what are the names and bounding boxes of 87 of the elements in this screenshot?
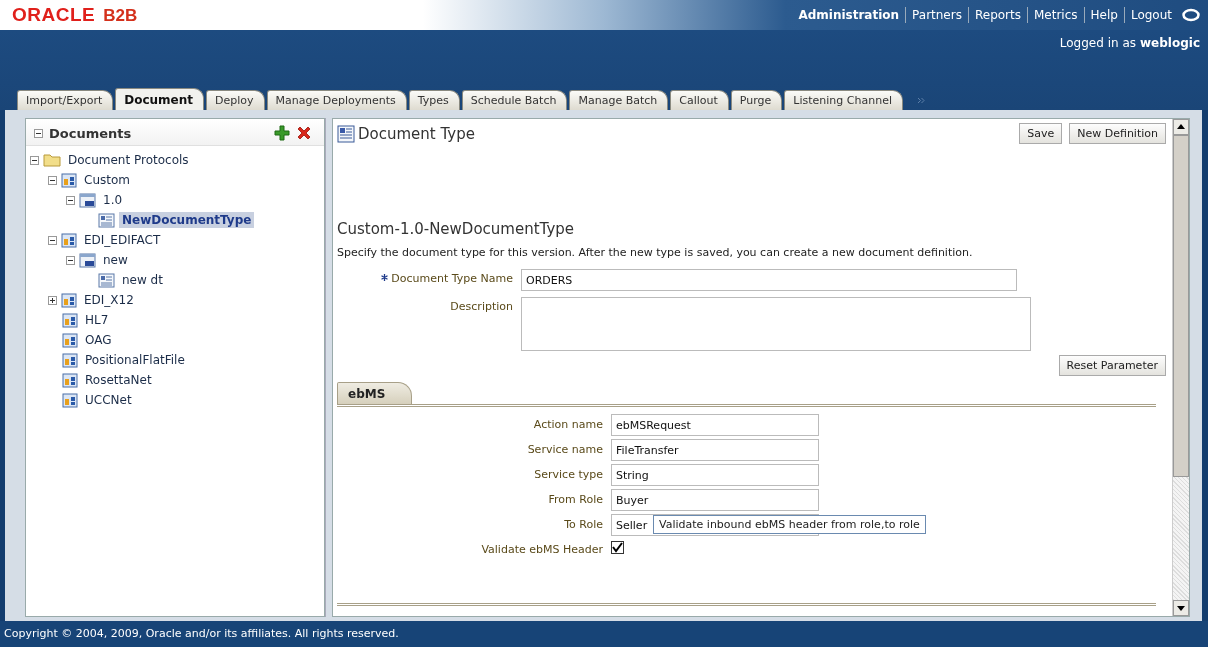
- tree-item[interactable]: Custom: [81, 172, 133, 188]
- tooltip: Validate inbound ebMS header from role,to role: [653, 515, 926, 534]
- check-icon: [612, 542, 623, 553]
- toolbar-button[interactable]: New Definition: [1069, 123, 1166, 144]
- scrollbar[interactable]: [1172, 119, 1189, 616]
- document-icon: [98, 272, 115, 288]
- tab[interactable]: Schedule Batch: [461, 90, 568, 110]
- login-label: Logged in as: [1059, 36, 1136, 52]
- nav-link[interactable]: Reports: [974, 8, 1021, 22]
- protocol-icon: [62, 372, 78, 388]
- tree-item[interactable]: NewDocumentType: [119, 212, 255, 228]
- oracle-logo: ORACLE: [12, 4, 96, 26]
- nav-link[interactable]: Help: [1090, 8, 1118, 22]
- protocol-icon: [62, 332, 78, 348]
- protocol-icon: [62, 392, 78, 408]
- folder-icon: [43, 153, 61, 167]
- version-icon: [79, 192, 96, 208]
- tree-item[interactable]: UCCNet: [82, 392, 135, 408]
- text-field[interactable]: Buyer: [611, 489, 819, 511]
- text-field[interactable]: FileTransfer: [611, 439, 819, 461]
- tab[interactable]: Manage Batch: [569, 90, 669, 110]
- nav-link[interactable]: Administration: [798, 8, 900, 22]
- text-field[interactable]: ebMSRequest: [611, 414, 819, 436]
- document-icon: [337, 124, 355, 143]
- field-label: Service type: [533, 467, 603, 483]
- tree-item[interactable]: PositionalFlatFile: [82, 352, 188, 368]
- collapse-toggle-icon[interactable]: [30, 155, 39, 165]
- collapse-toggle-icon[interactable]: [48, 175, 57, 185]
- tree-item[interactable]: OAG: [82, 332, 115, 348]
- document-icon: [98, 212, 115, 228]
- tree-item[interactable]: new dt: [119, 272, 166, 288]
- collapse-toggle-icon[interactable]: [48, 235, 57, 245]
- tree-item[interactable]: new: [100, 252, 131, 268]
- scroll-up-icon[interactable]: [1173, 119, 1189, 135]
- tab[interactable]: Document: [115, 88, 205, 110]
- user-name: weblogic: [1140, 36, 1200, 52]
- oracle-ring-icon: [1182, 8, 1200, 22]
- add-icon[interactable]: [274, 125, 290, 141]
- version-icon: [79, 252, 96, 268]
- tree-item[interactable]: RosettaNet: [82, 372, 155, 388]
- nav-link[interactable]: Logout: [1130, 8, 1172, 22]
- section-heading: Custom-1.0-NewDocumentType: [337, 220, 576, 238]
- checkbox[interactable]: [611, 541, 624, 554]
- delete-icon[interactable]: [296, 125, 312, 141]
- protocol-icon: [62, 352, 78, 368]
- protocol-icon: [61, 232, 77, 248]
- protocol-icon: [61, 172, 77, 188]
- text-field[interactable]: ORDERS: [521, 269, 1017, 291]
- toolbar-button[interactable]: Save: [1019, 123, 1063, 144]
- field-label: From Role: [547, 492, 603, 508]
- tab[interactable]: Manage Deployments: [266, 90, 407, 110]
- nav-link[interactable]: Partners: [912, 8, 962, 22]
- field-label: Action name: [532, 417, 603, 433]
- instructions-text: Specify the document type for this version. After the new type is saved, you can create a new document definition.: [337, 246, 974, 259]
- tree-item[interactable]: EDI_EDIFACT: [81, 232, 164, 248]
- collapse-toggle-icon[interactable]: [66, 195, 75, 205]
- tab[interactable]: Listening Channel: [784, 90, 903, 110]
- panel-title: Documents: [49, 125, 132, 141]
- tab[interactable]: Import/Export: [17, 90, 114, 110]
- protocol-icon: [62, 312, 78, 328]
- field-label: Document Type Name: [391, 272, 513, 285]
- protocol-icon: [61, 292, 77, 308]
- field-label: Validate ebMS Header: [480, 542, 603, 556]
- copyright-text: Copyright © 2004, 2009, Oracle and/or its affiliates. All rights reserved.: [0, 621, 1208, 647]
- tab[interactable]: Types: [408, 90, 460, 110]
- field-label: Service name: [526, 442, 603, 458]
- collapse-toggle-icon[interactable]: [34, 128, 43, 138]
- reset-button[interactable]: Reset Parameter: [1058, 355, 1166, 376]
- field-label: Description: [450, 300, 513, 313]
- expand-toggle-icon[interactable]: [48, 295, 57, 305]
- tree-item[interactable]: Document Protocols: [65, 152, 192, 168]
- field-label: To Role: [563, 517, 603, 533]
- text-field[interactable]: String: [611, 464, 819, 486]
- nav-link[interactable]: Metrics: [1034, 8, 1078, 22]
- page-title: Document Type: [358, 124, 475, 143]
- tree-item[interactable]: 1.0: [100, 192, 126, 208]
- section-tab[interactable]: ebMS: [337, 382, 413, 404]
- scroll-down-icon[interactable]: [1173, 600, 1189, 616]
- tree-item[interactable]: EDI_X12: [81, 292, 137, 308]
- tab[interactable]: Deploy: [206, 90, 265, 110]
- tab[interactable]: Purge: [730, 90, 783, 110]
- scroll-thumb[interactable]: [1173, 135, 1189, 477]
- product-name: B2B: [103, 6, 138, 26]
- description-field[interactable]: [521, 297, 1031, 351]
- tree-item[interactable]: HL7: [82, 312, 112, 328]
- tab[interactable]: Callout: [670, 90, 729, 110]
- collapse-toggle-icon[interactable]: [66, 255, 75, 265]
